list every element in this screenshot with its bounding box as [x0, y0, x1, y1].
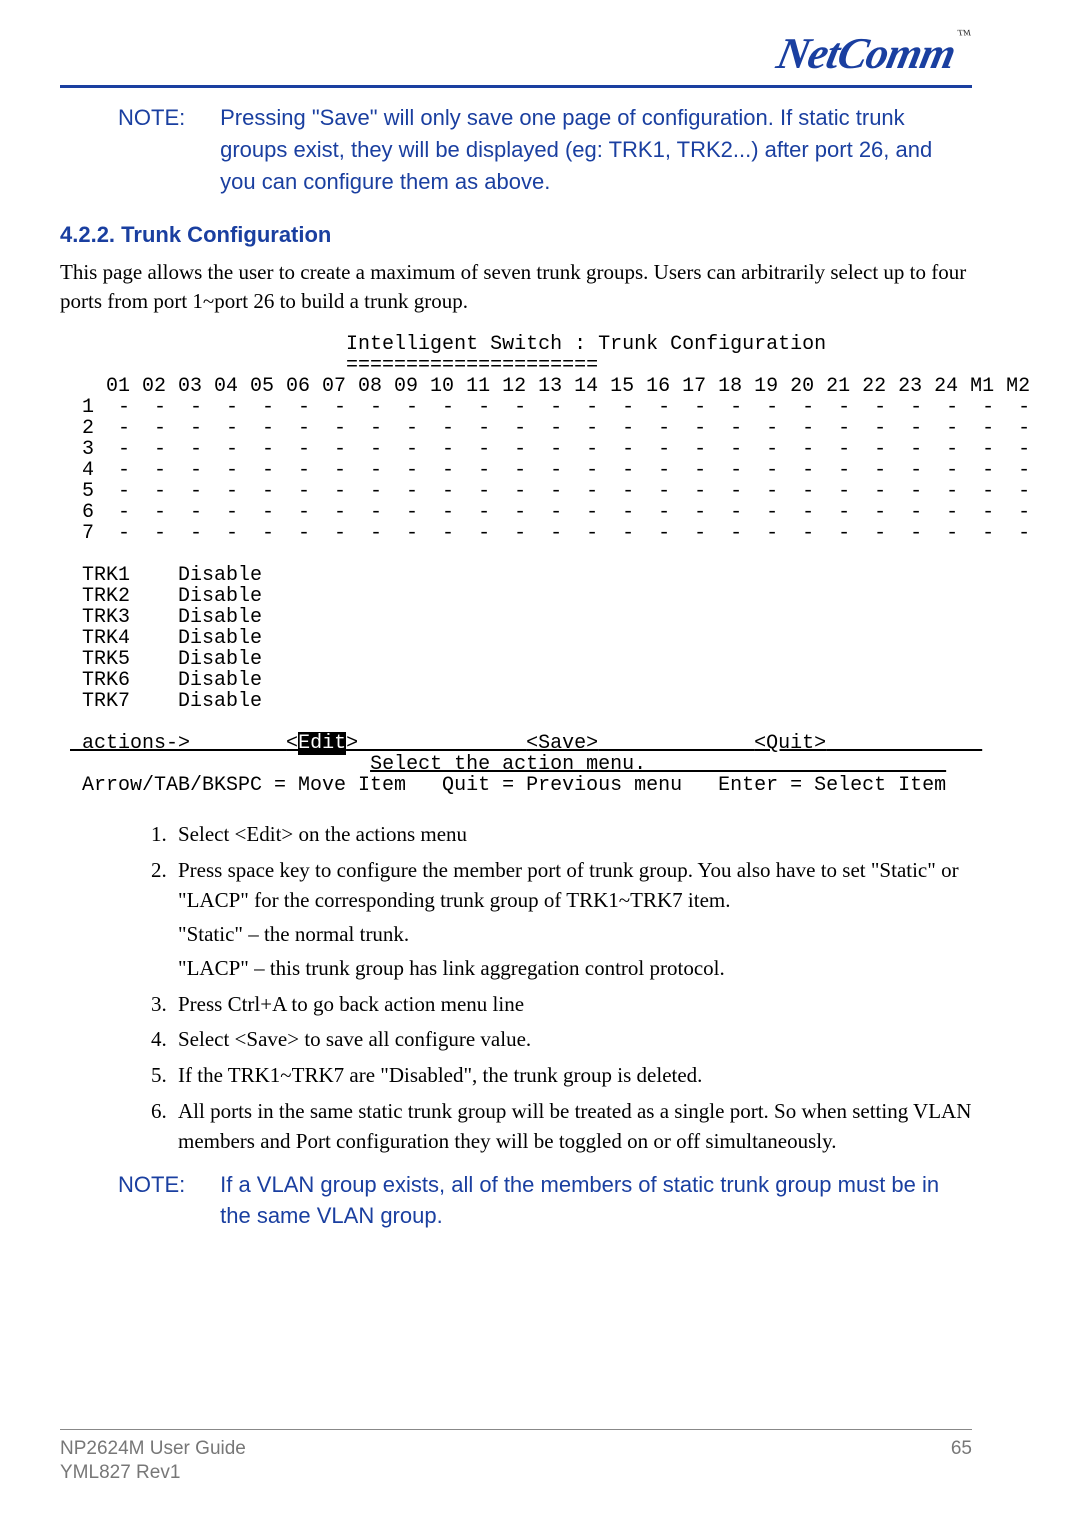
terminal-title: Intelligent Switch : Trunk Configuration — [70, 333, 826, 356]
note-block-1: NOTE: Pressing "Save" will only save one… — [118, 102, 972, 198]
footer-page-number: 65 — [951, 1438, 972, 1460]
terminal-row: 3 - - - - - - - - - - - - - - - - - - - … — [70, 438, 1030, 461]
terminal-trk-row: TRK2 Disable — [70, 585, 262, 608]
terminal-trk-row: TRK5 Disable — [70, 648, 262, 671]
footer-revision: YML827 Rev1 — [60, 1462, 972, 1484]
step-text: Select <Save> to save all configure valu… — [178, 1027, 531, 1051]
footer-guide-name: NP2624M User Guide — [60, 1438, 246, 1460]
list-item: Select <Edit> on the actions menu — [172, 820, 972, 850]
note-label: NOTE: — [118, 1169, 214, 1201]
terminal-trk-row: TRK7 Disable — [70, 690, 262, 713]
terminal-row: 7 - - - - - - - - - - - - - - - - - - - … — [70, 522, 1030, 545]
action-quit[interactable]: <Quit> — [754, 732, 826, 755]
terminal-row: 6 - - - - - - - - - - - - - - - - - - - … — [70, 501, 1030, 524]
header-rule — [60, 85, 972, 88]
action-edit-open: < — [286, 732, 298, 755]
terminal-trk-row: TRK4 Disable — [70, 627, 262, 650]
actions-gap: > — [346, 732, 526, 755]
actions-prefix: actions-> — [70, 732, 286, 755]
footer-rule — [60, 1429, 972, 1430]
terminal-nav-hint: Arrow/TAB/BKSPC = Move Item Quit = Previ… — [70, 774, 946, 797]
step-text: Select <Edit> on the actions menu — [178, 822, 467, 846]
actions-gap — [598, 732, 754, 755]
terminal-row: 1 - - - - - - - - - - - - - - - - - - - … — [70, 396, 1030, 419]
list-item: If the TRK1~TRK7 are "Disabled", the tru… — [172, 1061, 972, 1091]
terminal-trk-row: TRK1 Disable — [70, 564, 262, 587]
actions-trail — [826, 732, 982, 755]
list-item: All ports in the same static trunk group… — [172, 1097, 972, 1157]
note-label: NOTE: — [118, 102, 214, 134]
terminal-row: 2 - - - - - - - - - - - - - - - - - - - … — [70, 417, 1030, 440]
list-item: Press Ctrl+A to go back action menu line — [172, 990, 972, 1020]
terminal-row: 4 - - - - - - - - - - - - - - - - - - - … — [70, 459, 1030, 482]
intro-paragraph: This page allows the user to create a ma… — [60, 258, 972, 317]
terminal-actions-line: actions-> <Edit> <Save> <Quit> — [70, 732, 982, 755]
terminal-screenshot: Intelligent Switch : Trunk Configuration… — [70, 334, 972, 796]
terminal-trk-row: TRK6 Disable — [70, 669, 262, 692]
list-item: Press space key to configure the member … — [172, 856, 972, 983]
brand-logo: NetComm™ — [60, 16, 972, 85]
section-title: Trunk Configuration — [121, 222, 331, 247]
note-body: Pressing "Save" will only save one page … — [220, 102, 960, 198]
action-save[interactable]: <Save> — [526, 732, 598, 755]
section-number: 4.2.2. — [60, 222, 115, 247]
trademark-symbol: ™ — [957, 28, 974, 44]
action-edit[interactable]: Edit — [298, 732, 346, 755]
note-block-2: NOTE: If a VLAN group exists, all of the… — [118, 1169, 972, 1233]
terminal-header: 01 02 03 04 05 06 07 08 09 10 11 12 13 1… — [70, 375, 1030, 398]
step-subtext: "Static" – the normal trunk. — [178, 920, 972, 950]
terminal-title-sep: ===================== — [70, 354, 598, 377]
instruction-list: Select <Edit> on the actions menu Press … — [60, 820, 972, 1156]
terminal-row: 5 - - - - - - - - - - - - - - - - - - - … — [70, 480, 1030, 503]
step-text: Press Ctrl+A to go back action menu line — [178, 992, 524, 1016]
brand-logo-text: NetComm — [773, 28, 960, 79]
terminal-trk-row: TRK3 Disable — [70, 606, 262, 629]
page-footer: NP2624M User Guide 65 YML827 Rev1 — [60, 1421, 972, 1484]
section-heading: 4.2.2. Trunk Configuration — [60, 222, 972, 248]
step-subtext: "LACP" – this trunk group has link aggre… — [178, 954, 972, 984]
list-item: Select <Save> to save all configure valu… — [172, 1025, 972, 1055]
step-text: If the TRK1~TRK7 are "Disabled", the tru… — [178, 1063, 702, 1087]
select-menu-label: Select the action menu. — [370, 753, 946, 776]
note-body: If a VLAN group exists, all of the membe… — [220, 1169, 960, 1233]
step-text: Press space key to configure the member … — [178, 858, 959, 912]
step-text: All ports in the same static trunk group… — [178, 1099, 971, 1153]
select-menu-pad — [70, 753, 370, 776]
